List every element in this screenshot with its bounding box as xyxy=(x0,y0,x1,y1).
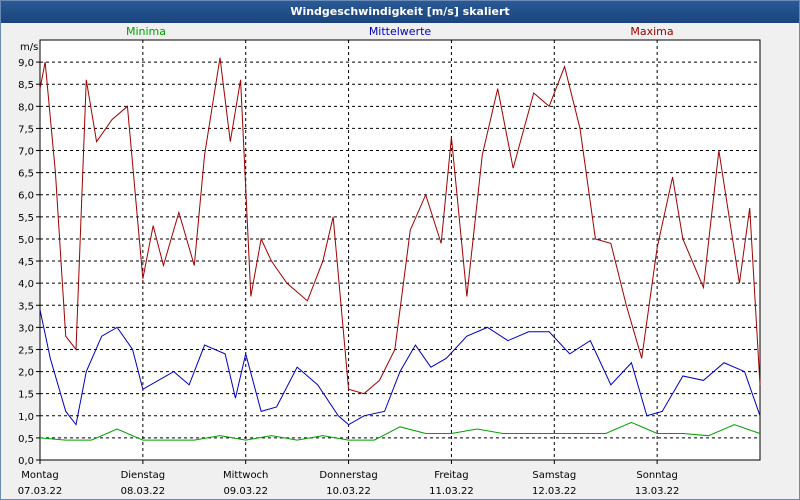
x-tick-date: 11.03.22 xyxy=(429,486,474,497)
x-tick-day: Samstag xyxy=(532,470,576,481)
y-tick-label: 3,0 xyxy=(18,323,34,334)
legend-maxima: Maxima xyxy=(630,25,673,38)
wind-speed-chart: 0,0 0,5 1,0 1,5 2,0 2,5 3,0 3,5 4,0 4,5 5,0 5,5 6,0 6… xyxy=(18,25,761,497)
y-tick-label: 4,0 xyxy=(18,279,34,290)
y-tick-label: 6,0 xyxy=(18,191,34,202)
x-tick-date: 08.03.22 xyxy=(121,486,166,497)
y-tick-label: 1,0 xyxy=(18,412,34,423)
legend-mittelwerte: Mittelwerte xyxy=(369,25,432,38)
x-tick-day: Freitag xyxy=(434,470,468,481)
y-tick-label: 0,5 xyxy=(18,434,34,445)
x-tick-date: 09.03.22 xyxy=(223,486,268,497)
x-tick-day: Mittwoch xyxy=(223,470,268,481)
x-tick-date: 12.03.22 xyxy=(532,486,577,497)
y-tick-label: 2,5 xyxy=(18,345,34,356)
y-tick-label: 5,5 xyxy=(18,213,34,224)
y-tick-label: 6,5 xyxy=(18,169,34,180)
x-tick-date: 13.03.22 xyxy=(635,486,680,497)
y-tick-label: 8,0 xyxy=(18,102,34,113)
y-tick-label: 3,5 xyxy=(18,301,34,312)
legend-minima: Minima xyxy=(126,25,166,38)
y-tick-label: 1,5 xyxy=(18,390,34,401)
y-tick-label: 8,5 xyxy=(18,80,34,91)
y-tick-label: 7,5 xyxy=(18,124,34,135)
x-tick-day: Donnerstag xyxy=(319,470,377,481)
y-tick-label: 2,0 xyxy=(18,368,34,379)
x-tick-day: Montag xyxy=(21,470,58,481)
y-tick-label: 9,0 xyxy=(18,58,34,69)
y-tick-label: 5,0 xyxy=(18,235,34,246)
legend: Minima Mittelwerte Maxima xyxy=(126,25,674,38)
y-axis-label: m/s xyxy=(20,42,38,53)
x-tick-day: Sonntag xyxy=(636,470,678,481)
y-axis-ticks: 0,0 0,5 1,0 1,5 2,0 2,5 3,0 3,5 4,0 4,5 5,0 5,5 6,0 6… xyxy=(18,58,40,467)
x-tick-date: 10.03.22 xyxy=(326,486,371,497)
y-tick-label: 0,0 xyxy=(18,456,34,467)
y-tick-label: 7,0 xyxy=(18,147,34,158)
y-tick-label: 4,5 xyxy=(18,257,34,268)
x-axis-ticks: Montag 07.03.22 Dienstag 08.03.22 Mittwoch 09… xyxy=(18,460,680,497)
x-tick-date: 07.03.22 xyxy=(18,486,63,497)
x-tick-day: Dienstag xyxy=(121,470,166,481)
